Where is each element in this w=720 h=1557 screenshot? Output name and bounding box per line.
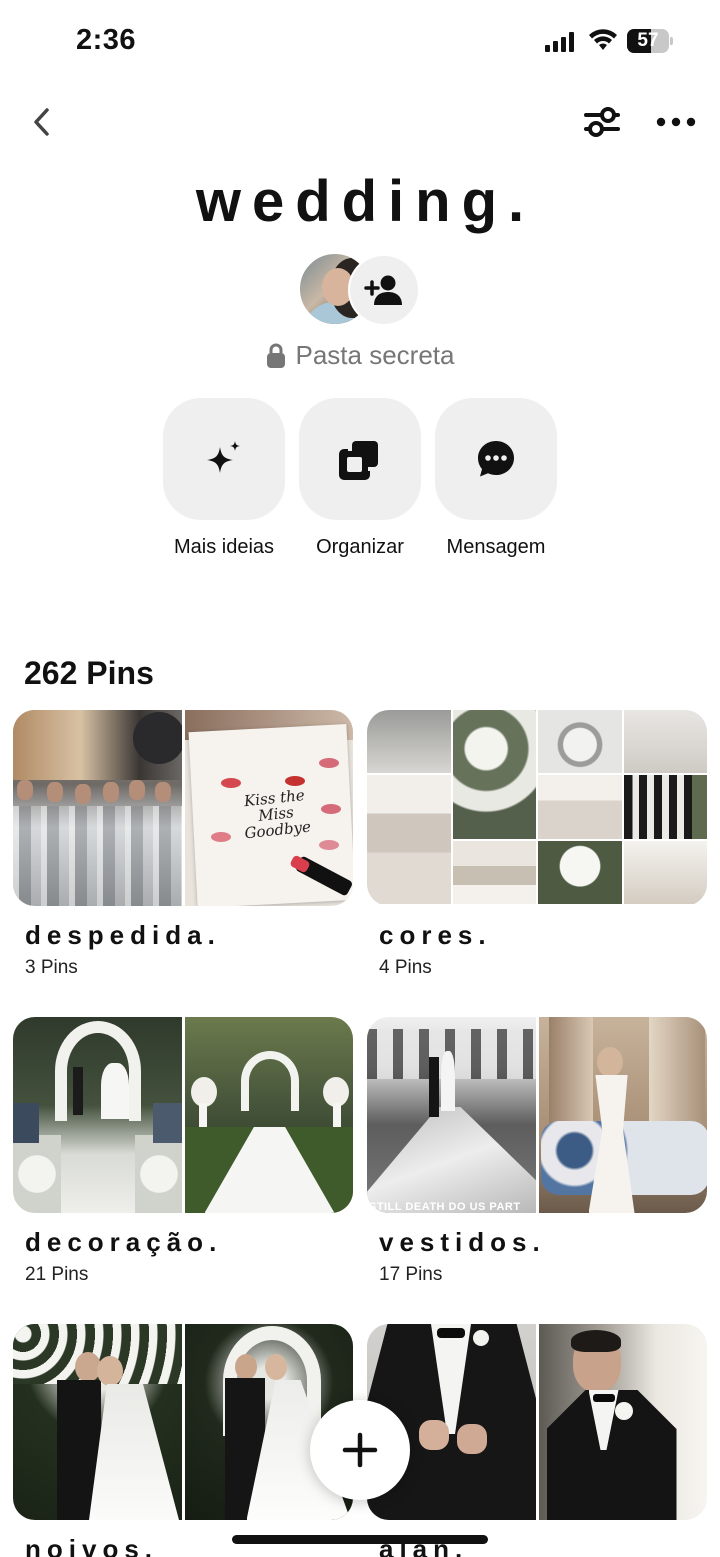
invite-card-text: Kiss the Miss Goodbye: [242, 785, 312, 843]
cover-image: [184, 1017, 353, 1213]
veil-caption: STILL DEATH DO US PART: [369, 1201, 521, 1213]
section-card[interactable]: Kiss the Miss Goodbye despedida. 3 Pins: [13, 710, 353, 979]
section-pin-count: 4 Pins: [379, 957, 432, 978]
add-collaborator-button[interactable]: [348, 254, 420, 326]
section-card[interactable]: STILL DEATH DO US PART vestidos. 17 Pins: [367, 1017, 707, 1286]
section-pin-count: 3 Pins: [25, 957, 78, 978]
battery-indicator: 57: [627, 29, 673, 53]
ellipsis-icon: [656, 117, 696, 127]
wifi-icon: [589, 29, 617, 50]
section-name: decoração.: [25, 1227, 223, 1257]
message-button[interactable]: Mensagem: [434, 398, 558, 559]
add-person-icon: [364, 275, 402, 305]
status-bar: 2:36 57: [0, 0, 720, 84]
more-ideas-button[interactable]: Mais ideias: [162, 398, 286, 559]
battery-percent: 57: [637, 30, 659, 51]
section-pin-count: 21 Pins: [25, 1264, 89, 1285]
pins-count: 262 Pins: [24, 655, 154, 691]
cover-image: [13, 710, 182, 906]
sliders-icon: [584, 107, 620, 137]
section-name: vestidos.: [379, 1227, 546, 1257]
section-pin-count: 17 Pins: [379, 1264, 443, 1285]
section-cover: STILL DEATH DO US PART: [367, 1017, 707, 1213]
section-cover: [367, 1324, 707, 1520]
cover-image: [538, 1324, 707, 1520]
section-card[interactable]: alan.: [367, 1324, 707, 1557]
lock-icon: [266, 343, 285, 368]
back-button[interactable]: [24, 102, 60, 142]
section-cover: Kiss the Miss Goodbye: [13, 710, 353, 906]
cover-image: [538, 1017, 707, 1213]
chevron-left-icon: [34, 108, 49, 136]
board-title: wedding.: [195, 169, 536, 234]
message-icon: [478, 441, 514, 477]
section-card[interactable]: noivos.: [13, 1324, 353, 1557]
cover-image: Kiss the Miss Goodbye: [184, 710, 353, 906]
organize-button[interactable]: Organizar: [298, 398, 422, 559]
section-cover: [367, 710, 707, 906]
plus-icon: [342, 1432, 378, 1468]
status-time: 2:36: [76, 24, 137, 56]
cover-image: STILL DEATH DO US PART: [367, 1017, 536, 1213]
cover-image: [13, 1324, 182, 1520]
section-cover: [13, 1017, 353, 1213]
section-name: despedida.: [25, 920, 221, 950]
collaborators: [298, 252, 422, 328]
more-options-button[interactable]: [654, 102, 698, 142]
section-name: cores.: [379, 920, 492, 950]
cover-image: [367, 710, 707, 906]
organize-label: Organizar: [316, 536, 404, 558]
section-card[interactable]: cores. 4 Pins: [367, 710, 707, 979]
organize-icon: [339, 441, 378, 480]
section-card[interactable]: decoração. 21 Pins: [13, 1017, 353, 1286]
filter-button[interactable]: [582, 102, 622, 142]
more-ideas-label: Mais ideias: [173, 536, 275, 558]
message-label: Mensagem: [446, 536, 546, 558]
secret-label-text: Pasta secreta: [295, 340, 455, 370]
section-cover: [13, 1324, 353, 1520]
board-actions: Mais ideias Organizar Mensagem: [162, 398, 558, 568]
cellular-signal-icon: [545, 32, 574, 52]
sparkle-icon: [207, 441, 240, 473]
cover-image: [13, 1017, 182, 1213]
add-pin-button[interactable]: [310, 1400, 410, 1500]
home-indicator[interactable]: [232, 1535, 488, 1544]
secret-board-label: Pasta secreta: [0, 340, 720, 371]
